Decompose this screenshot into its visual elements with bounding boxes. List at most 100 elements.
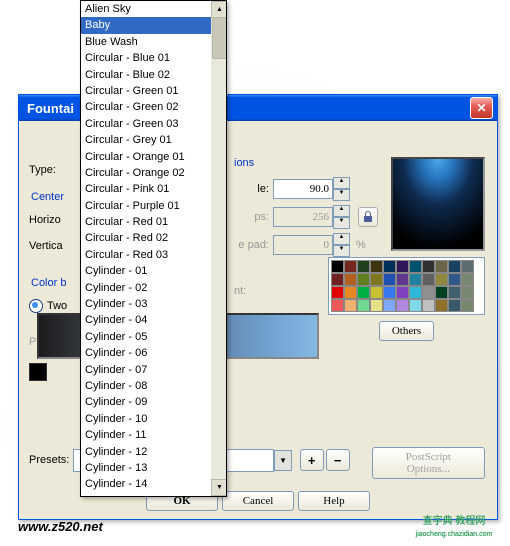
dropdown-item[interactable]: Cylinder - 09 — [81, 394, 211, 410]
dropdown-item[interactable]: Cylinder - 02 — [81, 280, 211, 296]
dropdown-item[interactable]: Circular - Blue 02 — [81, 67, 211, 83]
dropdown-item[interactable]: Circular - Green 03 — [81, 116, 211, 132]
palette-swatch[interactable] — [344, 273, 357, 286]
palette-swatch[interactable] — [344, 286, 357, 299]
dropdown-item[interactable]: Circular - Green 02 — [81, 99, 211, 115]
palette-swatch[interactable] — [344, 260, 357, 273]
angle-spin-down[interactable]: ▼ — [333, 189, 350, 201]
palette-swatch[interactable] — [396, 286, 409, 299]
current-color-swatch[interactable] — [29, 363, 47, 381]
palette-swatch[interactable] — [357, 260, 370, 273]
dropdown-item[interactable]: Cylinder - 08 — [81, 378, 211, 394]
dropdown-item[interactable]: Alien Sky — [81, 1, 211, 17]
palette-swatch[interactable] — [409, 299, 422, 312]
steps-spin-down[interactable]: ▼ — [333, 217, 350, 229]
scroll-thumb[interactable] — [212, 17, 227, 59]
palette-swatch[interactable] — [396, 299, 409, 312]
dropdown-item[interactable]: Circular - Blue 01 — [81, 50, 211, 66]
preset-remove-button[interactable]: − — [326, 449, 350, 471]
palette-swatch[interactable] — [331, 299, 344, 312]
dropdown-item[interactable]: Circular - Pink 01 — [81, 181, 211, 197]
palette-swatch[interactable] — [422, 273, 435, 286]
palette-swatch[interactable] — [435, 286, 448, 299]
palette-swatch[interactable] — [383, 286, 396, 299]
dropdown-item[interactable]: Cylinder - 12 — [81, 444, 211, 460]
palette-swatch[interactable] — [448, 286, 461, 299]
dropdown-item[interactable]: Cylinder - 05 — [81, 329, 211, 345]
two-color-radio[interactable] — [29, 299, 43, 313]
edgepad-spin-down[interactable]: ▼ — [333, 245, 350, 257]
palette-swatch[interactable] — [461, 286, 474, 299]
help-button[interactable]: Help — [298, 491, 370, 511]
close-button[interactable]: ✕ — [470, 97, 493, 119]
palette-swatch[interactable] — [435, 273, 448, 286]
palette-swatch[interactable] — [422, 286, 435, 299]
presets-dropdown-list: Alien SkyBabyBlue WashCircular - Blue 01… — [80, 0, 227, 497]
dropdown-item[interactable]: Cylinder - 11 — [81, 427, 211, 443]
palette-swatch[interactable] — [331, 260, 344, 273]
options-section-label: ions — [234, 157, 384, 169]
palette-swatch[interactable] — [422, 260, 435, 273]
horizontal-label: Horizo — [29, 214, 61, 226]
dropdown-item[interactable]: Cylinder - 06 — [81, 345, 211, 361]
palette-swatch[interactable] — [357, 299, 370, 312]
dropdown-item[interactable]: Cylinder - 01 — [81, 263, 211, 279]
presets-dropdown-button[interactable]: ▼ — [274, 450, 291, 471]
dropdown-item[interactable]: Circular - Orange 02 — [81, 165, 211, 181]
dropdown-item[interactable]: Cylinder - 03 — [81, 296, 211, 312]
steps-spin-up[interactable]: ▲ — [333, 205, 350, 217]
edgepad-spin-up[interactable]: ▲ — [333, 233, 350, 245]
palette-swatch[interactable] — [396, 260, 409, 273]
dropdown-item[interactable]: Circular - Green 01 — [81, 83, 211, 99]
palette-swatch[interactable] — [448, 260, 461, 273]
palette-swatch[interactable] — [344, 299, 357, 312]
watermark-right-top: 查字典 教程网 — [410, 515, 498, 528]
angle-spin-up[interactable]: ▲ — [333, 177, 350, 189]
palette-swatch[interactable] — [370, 299, 383, 312]
angle-input[interactable] — [273, 179, 333, 199]
preset-add-button[interactable]: + — [300, 449, 324, 471]
palette-swatch[interactable] — [383, 299, 396, 312]
others-button[interactable]: Others — [379, 321, 434, 341]
palette-swatch[interactable] — [422, 299, 435, 312]
palette-swatch[interactable] — [448, 273, 461, 286]
dropdown-item[interactable]: Blue Wash — [81, 34, 211, 50]
scroll-up-button[interactable]: ▲ — [211, 1, 227, 18]
palette-swatch[interactable] — [357, 286, 370, 299]
palette-swatch[interactable] — [435, 299, 448, 312]
palette-swatch[interactable] — [331, 273, 344, 286]
dropdown-item[interactable]: Cylinder - 14 — [81, 476, 211, 492]
dropdown-item[interactable]: Circular - Red 01 — [81, 214, 211, 230]
palette-swatch[interactable] — [461, 260, 474, 273]
palette-swatch[interactable] — [383, 260, 396, 273]
palette-swatch[interactable] — [461, 273, 474, 286]
dropdown-item[interactable]: Cylinder - 13 — [81, 460, 211, 476]
palette-swatch[interactable] — [370, 260, 383, 273]
dropdown-item[interactable]: Cylinder - 04 — [81, 312, 211, 328]
cancel-button[interactable]: Cancel — [222, 491, 294, 511]
steps-lock-button[interactable] — [358, 207, 378, 227]
dropdown-item[interactable]: Circular - Grey 01 — [81, 132, 211, 148]
palette-swatch[interactable] — [461, 299, 474, 312]
watermark-left: www.z520.net — [18, 519, 103, 534]
dropdown-item[interactable]: Cylinder - 10 — [81, 411, 211, 427]
scroll-down-button[interactable]: ▼ — [211, 479, 227, 496]
palette-swatch[interactable] — [357, 273, 370, 286]
palette-swatch[interactable] — [409, 286, 422, 299]
dropdown-item[interactable]: Baby — [81, 17, 211, 33]
palette-swatch[interactable] — [331, 286, 344, 299]
dropdown-item[interactable]: Circular - Red 03 — [81, 247, 211, 263]
dropdown-item[interactable]: Circular - Purple 01 — [81, 198, 211, 214]
dropdown-item[interactable]: Cylinder - 07 — [81, 362, 211, 378]
palette-swatch[interactable] — [409, 260, 422, 273]
palette-swatch[interactable] — [409, 273, 422, 286]
palette-swatch[interactable] — [370, 286, 383, 299]
palette-swatch[interactable] — [383, 273, 396, 286]
palette-swatch[interactable] — [435, 260, 448, 273]
angle-label: le: — [234, 183, 269, 195]
dropdown-item[interactable]: Circular - Red 02 — [81, 230, 211, 246]
palette-swatch[interactable] — [448, 299, 461, 312]
palette-swatch[interactable] — [370, 273, 383, 286]
dropdown-item[interactable]: Circular - Orange 01 — [81, 149, 211, 165]
palette-swatch[interactable] — [396, 273, 409, 286]
